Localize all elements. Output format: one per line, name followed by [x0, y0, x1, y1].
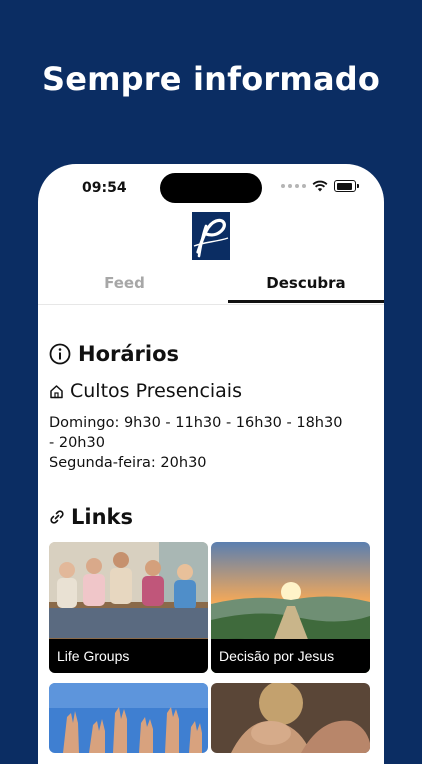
links-heading: Links: [49, 505, 133, 529]
dynamic-island: [160, 173, 262, 203]
church-logo: [192, 212, 230, 260]
battery-icon: [334, 180, 359, 192]
link-icon: [50, 510, 64, 524]
card-life-groups[interactable]: Life Groups: [49, 542, 208, 673]
card-label-decisao: Decisão por Jesus: [211, 639, 370, 673]
schedule-text: Domingo: 9h30 - 11h30 - 16h30 - 18h30 - …: [49, 413, 349, 473]
card-decisao-por-jesus[interactable]: Decisão por Jesus: [211, 542, 370, 673]
worship-photo: [49, 683, 208, 753]
horarios-heading: Horários: [49, 342, 179, 366]
card-worship[interactable]: [49, 683, 208, 753]
prayer-photo: [211, 683, 370, 753]
card-prayer[interactable]: [211, 683, 370, 753]
wifi-icon: [312, 180, 328, 192]
cultos-heading: Cultos Presenciais: [49, 380, 242, 402]
horarios-title: Horários: [78, 342, 180, 366]
headline: Sempre informado: [41, 60, 381, 98]
signal-icon: [281, 184, 306, 188]
cultos-title: Cultos Presenciais: [70, 380, 242, 402]
links-title: Links: [71, 505, 133, 529]
tab-descubra[interactable]: Descubra: [228, 274, 384, 292]
schedule-line-segunda: Segunda-feira: 20h30: [49, 455, 207, 471]
home-icon: [50, 384, 63, 398]
card-label-life-groups: Life Groups: [49, 639, 208, 673]
status-time: 09:54: [82, 180, 127, 196]
tab-bar: Feed Descubra: [38, 264, 384, 305]
status-icons: [281, 180, 359, 192]
phone-screen: 09:54 Feed Descubra Horários Cultos Pres…: [38, 164, 384, 764]
active-tab-indicator: [228, 300, 384, 303]
info-icon: [49, 343, 71, 365]
tab-feed[interactable]: Feed: [38, 274, 211, 292]
schedule-line-domingo: Domingo: 9h30 - 11h30 - 16h30 - 18h30 - …: [49, 415, 343, 451]
